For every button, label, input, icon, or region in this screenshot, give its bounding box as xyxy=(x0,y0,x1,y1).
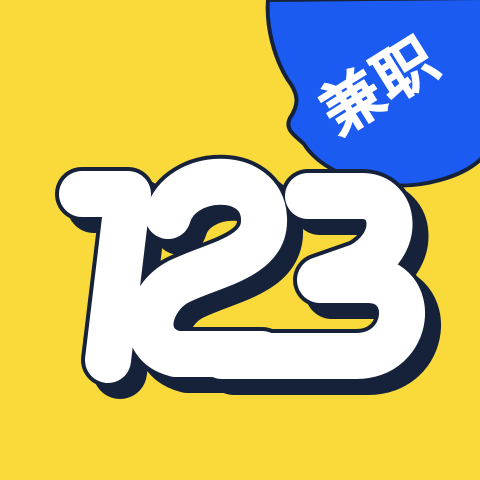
app-icon: 兼职 xyxy=(0,0,480,480)
